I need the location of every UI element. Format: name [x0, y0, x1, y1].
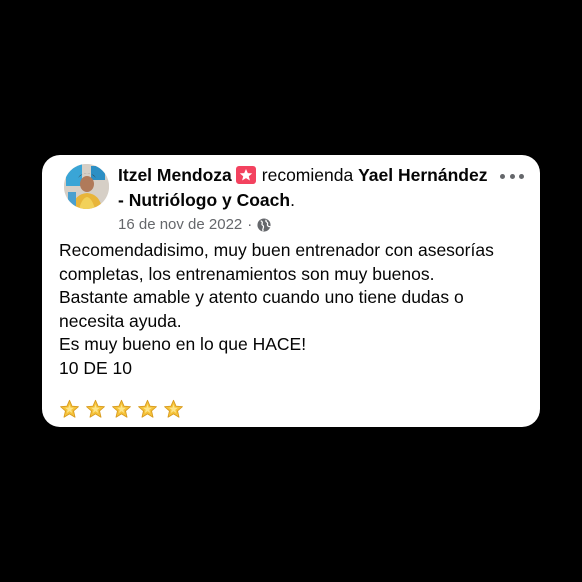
- review-line: 10 DE 10: [59, 357, 132, 378]
- meta-separator: ·: [247, 216, 253, 233]
- review-text: Recomendadisimo, muy buen entrenador con…: [59, 239, 529, 380]
- review-line: Bastante amable y atento cuando uno tien…: [59, 287, 464, 331]
- post-meta: 16 de nov de 2022 ·: [118, 215, 272, 235]
- star-icon: [164, 399, 183, 418]
- reviewer-name[interactable]: Itzel Mendoza: [118, 165, 232, 185]
- globe-icon[interactable]: [257, 218, 272, 232]
- avatar[interactable]: [64, 164, 109, 209]
- star-icon: [60, 399, 79, 418]
- star-icon: [112, 399, 131, 418]
- star-emoji-row: [59, 399, 184, 420]
- star-icon: [86, 399, 105, 418]
- recommend-star-icon: [235, 166, 256, 184]
- review-line: Recomendadisimo, muy buen entrenador con…: [59, 240, 494, 284]
- review-card: Itzel Mendoza recomienda Yael Hernández -…: [42, 155, 540, 427]
- avatar-image: [64, 164, 109, 209]
- recommend-verb: recomienda: [261, 165, 354, 185]
- star-icon: [138, 399, 157, 418]
- review-header: Itzel Mendoza recomienda Yael Hernández -…: [118, 163, 498, 213]
- header-trailing-punct: .: [290, 190, 295, 210]
- post-date[interactable]: 16 de nov de 2022: [118, 215, 242, 235]
- review-line: Es muy bueno en lo que HACE!: [59, 334, 307, 354]
- more-options-icon[interactable]: [500, 169, 524, 183]
